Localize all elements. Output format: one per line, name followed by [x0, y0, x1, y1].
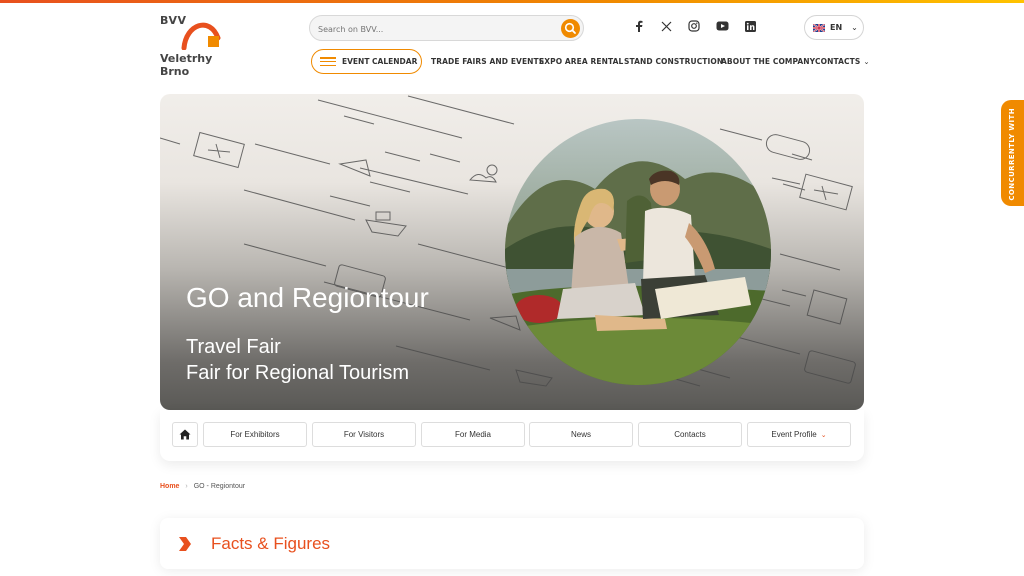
tab-for-visitors[interactable]: For Visitors [312, 422, 416, 447]
breadcrumb-separator-icon: › [185, 483, 188, 490]
facebook-link[interactable] [630, 18, 648, 34]
hero-banner: GO and Regiontour Travel Fair Fair for R… [160, 94, 864, 410]
instagram-icon [688, 20, 700, 32]
menu-icon [320, 57, 336, 66]
tab-news[interactable]: News [529, 422, 633, 447]
event-subnav: For Exhibitors For Visitors For Media Ne… [160, 410, 864, 461]
nav-trade-fairs[interactable]: TRADE FAIRS AND EVENTS [431, 49, 544, 74]
nav-about-company[interactable]: ABOUT THE COMPANY [721, 49, 815, 74]
hero-subtitle-line-2: Fair for Regional Tourism [186, 362, 410, 384]
breadcrumb-current: GO - Regiontour [193, 483, 246, 490]
uk-flag-icon [813, 23, 825, 32]
search-bar [309, 15, 584, 41]
hero-title: GO and Regiontour [186, 282, 429, 313]
breadcrumb-home[interactable]: Home [160, 483, 179, 490]
logo-name: Veletrhy Brno [160, 52, 212, 78]
tab-contacts[interactable]: Contacts [638, 422, 742, 447]
x-link[interactable] [657, 18, 675, 34]
hero-photo-couple [505, 119, 771, 385]
nav-contacts[interactable]: CONTACTS ⌄ [815, 49, 870, 74]
facts-figures-section[interactable]: Facts & Figures [160, 518, 864, 569]
nav-expo-area-rental[interactable]: EXPO AREA RENTAL [539, 49, 623, 74]
hero-subtitle-line-1: Travel Fair [186, 336, 281, 358]
tab-event-profile-label: Event Profile [771, 430, 817, 439]
search-button[interactable] [561, 19, 580, 38]
nav-contacts-label: CONTACTS [815, 57, 861, 66]
facebook-icon [636, 20, 643, 32]
linkedin-link[interactable] [741, 18, 759, 34]
top-accent-bar [0, 0, 1024, 3]
section-title: Facts & Figures [211, 534, 331, 553]
language-selector[interactable]: EN ⌄ [804, 15, 864, 40]
chevron-down-icon: ⌄ [851, 23, 858, 32]
search-icon [564, 22, 576, 34]
tab-for-media[interactable]: For Media [421, 422, 525, 447]
x-icon [661, 21, 671, 31]
instagram-link[interactable] [685, 18, 703, 34]
chevron-down-icon: ⌄ [820, 431, 827, 439]
youtube-icon [716, 21, 728, 31]
concurrently-with-tab[interactable]: CONCURRENTLY WITH [1001, 100, 1024, 206]
logo-line-1: Veletrhy [160, 52, 213, 65]
search-input[interactable] [318, 20, 558, 38]
language-code: EN [830, 23, 843, 32]
event-calendar-label: EVENT CALENDAR [342, 57, 418, 66]
nav-stand-construction[interactable]: STAND CONSTRUCTION [624, 49, 723, 74]
home-icon [179, 429, 191, 440]
tab-event-profile[interactable]: Event Profile ⌄ [747, 422, 851, 447]
chevron-down-icon: ⌄ [863, 57, 870, 66]
bvv-logo[interactable]: BVV Veletrhy Brno [160, 14, 230, 78]
logo-arc-icon [181, 22, 221, 50]
youtube-link[interactable] [713, 18, 731, 34]
logo-line-2: Brno [160, 65, 190, 78]
hero-subtitle: Travel Fair Fair for Regional Tourism [186, 334, 409, 386]
breadcrumb: Home › GO - Regiontour [160, 483, 245, 490]
linkedin-icon [744, 20, 756, 32]
event-calendar-button[interactable]: EVENT CALENDAR [311, 49, 422, 74]
chevron-right-icon [179, 537, 191, 551]
concurrently-with-label: CONCURRENTLY WITH [1008, 108, 1016, 201]
tab-for-exhibitors[interactable]: For Exhibitors [203, 422, 307, 447]
home-button[interactable] [172, 422, 198, 447]
